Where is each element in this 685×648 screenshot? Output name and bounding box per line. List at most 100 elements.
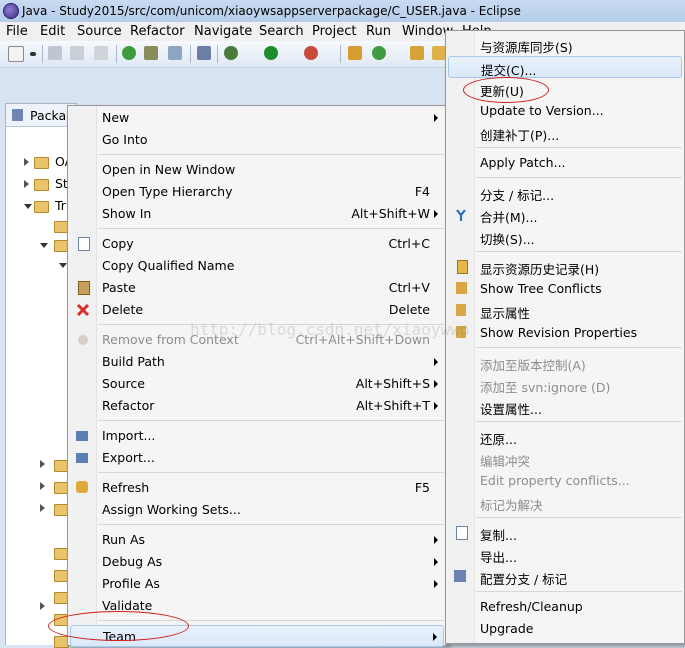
history-icon xyxy=(457,260,468,274)
menu-item-copy-qualified-name[interactable]: Copy Qualified Name xyxy=(70,255,444,277)
menu-item-label: Copy xyxy=(102,236,134,251)
team-item-item-8[interactable]: 分支 / 标记... xyxy=(448,182,682,204)
save-all-icon[interactable] xyxy=(70,46,84,60)
menu-item-build-path[interactable]: Build Path xyxy=(70,351,444,373)
expand-icon[interactable] xyxy=(40,482,45,490)
menu-item-show-in[interactable]: Show In Alt+Shift+W xyxy=(70,203,444,225)
skip-breakpoints-icon[interactable] xyxy=(197,46,211,60)
team-item-upgrade[interactable]: Upgrade xyxy=(448,618,682,640)
debug-icon[interactable] xyxy=(224,46,238,60)
menu-item-shortcut: F4 xyxy=(414,184,430,199)
menu-item-label: 编辑冲突 xyxy=(480,454,531,469)
team-item-h[interactable]: 显示资源历史记录(H) xyxy=(448,256,682,278)
team-item-edit-property-conflicts: Edit property conflicts... xyxy=(448,470,682,492)
server-icon[interactable] xyxy=(144,46,158,60)
menu-item-label: 复制... xyxy=(480,528,517,543)
menu-item-import[interactable]: Import... xyxy=(70,425,444,447)
menu-edit[interactable]: Edit xyxy=(40,24,65,39)
team-item-a: 添加至版本控制(A) xyxy=(448,352,682,374)
team-item-c[interactable]: 提交(C)... xyxy=(448,56,682,78)
team-item-show-revision-properties[interactable]: Show Revision Properties xyxy=(448,322,682,344)
tree-item-tr[interactable]: Tr xyxy=(55,198,66,213)
team-item-item-26[interactable]: 复制... xyxy=(448,522,682,544)
annotation-ellipse-update xyxy=(463,77,549,103)
menu-item-open-type-hierarchy[interactable]: Open Type Hierarchy F4 xyxy=(70,181,444,203)
menu-separator xyxy=(476,347,682,348)
menu-item-copy[interactable]: Copy Ctrl+C xyxy=(70,233,444,255)
menu-separator xyxy=(98,154,444,155)
expand-icon[interactable] xyxy=(24,158,29,166)
menu-project[interactable]: Project xyxy=(312,24,356,39)
menu-item-delete[interactable]: Delete Delete xyxy=(70,299,444,321)
menu-file[interactable]: File xyxy=(6,24,28,39)
menu-item-source[interactable]: Source Alt+Shift+S xyxy=(70,373,444,395)
new-package-icon[interactable] xyxy=(348,46,362,60)
menu-item-assign-working-sets[interactable]: Assign Working Sets... xyxy=(70,499,444,521)
menu-item-label: Edit property conflicts... xyxy=(480,473,630,488)
package-explorer-icon xyxy=(12,109,23,121)
window-title: Java - Study2015/src/com/unicom/xiaoywsa… xyxy=(22,4,521,18)
menu-refactor[interactable]: Refactor xyxy=(130,24,185,39)
expand-icon[interactable] xyxy=(40,504,45,512)
submenu-arrow-icon xyxy=(434,210,438,218)
menu-item-shortcut: F5 xyxy=(414,480,430,495)
new-icon[interactable] xyxy=(8,46,24,62)
team-item-item-21[interactable]: 还原... xyxy=(448,426,682,448)
submenu-arrow-icon xyxy=(434,402,438,410)
team-item-show-tree-conflicts[interactable]: Show Tree Conflicts xyxy=(448,278,682,300)
open-folder-icon[interactable] xyxy=(432,46,446,60)
team-item-item-19[interactable]: 设置属性... xyxy=(448,396,682,418)
menu-item-label: Open Type Hierarchy xyxy=(102,184,233,199)
new-dropdown-icon[interactable] xyxy=(30,52,36,56)
team-item-update-to-version[interactable]: Update to Version... xyxy=(448,100,682,122)
team-submenu: 与资源库同步(S) 提交(C)... 更新(U) Update to Version.… xyxy=(445,30,685,644)
menu-item-refactor[interactable]: Refactor Alt+Shift+T xyxy=(70,395,444,417)
menu-item-go-into[interactable]: Go Into xyxy=(70,129,444,151)
team-item-s[interactable]: 切换(S)... xyxy=(448,226,682,248)
menu-item-label: Paste xyxy=(102,280,136,295)
team-item-svn-ignore-d: 添加至 svn:ignore (D) xyxy=(448,374,682,396)
menu-item-paste[interactable]: Paste Ctrl+V xyxy=(70,277,444,299)
menu-run[interactable]: Run xyxy=(366,24,391,39)
menu-item-run-as[interactable]: Run As xyxy=(70,529,444,551)
print-icon[interactable] xyxy=(94,46,108,60)
expand-icon[interactable] xyxy=(40,602,45,610)
team-item-refresh-cleanup[interactable]: Refresh/Cleanup xyxy=(448,596,682,618)
external-tools-icon[interactable] xyxy=(304,46,318,60)
menu-item-profile-as[interactable]: Profile As xyxy=(70,573,444,595)
menu-item-new[interactable]: New xyxy=(70,107,444,129)
menu-item-debug-as[interactable]: Debug As xyxy=(70,551,444,573)
menu-item-export[interactable]: Export... xyxy=(70,447,444,469)
menu-item-open-in-new-window[interactable]: Open in New Window xyxy=(70,159,444,181)
menu-item-label: 与资源库同步(S) xyxy=(480,40,573,55)
team-item-m[interactable]: 合并(M)... xyxy=(448,204,682,226)
collapse-icon[interactable] xyxy=(59,263,67,268)
new-class-icon[interactable] xyxy=(372,46,386,60)
terminal-icon[interactable] xyxy=(168,46,182,60)
expand-icon[interactable] xyxy=(24,180,29,188)
menu-source[interactable]: Source xyxy=(77,24,122,39)
collapse-icon[interactable] xyxy=(40,243,48,248)
expand-icon[interactable] xyxy=(40,460,45,468)
run-icon[interactable] xyxy=(264,46,278,60)
build-icon[interactable] xyxy=(122,46,136,60)
menu-navigate[interactable]: Navigate xyxy=(194,24,252,39)
menu-item-label: Source xyxy=(102,376,145,391)
team-item-p[interactable]: 创建补丁(P)... xyxy=(448,122,682,144)
team-item-s[interactable]: 与资源库同步(S) xyxy=(448,34,682,56)
open-type-icon[interactable] xyxy=(410,46,424,60)
project-icon xyxy=(34,179,49,191)
menu-item-label: Refactor xyxy=(102,398,155,413)
copy-icon xyxy=(456,526,468,540)
menu-item-label: Assign Working Sets... xyxy=(102,502,241,517)
save-icon[interactable] xyxy=(48,46,62,60)
team-item-item-28[interactable]: 配置分支 / 标记 xyxy=(448,566,682,588)
menu-item-label: 还原... xyxy=(480,432,517,447)
team-item-item-14[interactable]: 显示属性 xyxy=(448,300,682,322)
team-item-apply-patch[interactable]: Apply Patch... xyxy=(448,152,682,174)
menu-item-refresh[interactable]: Refresh F5 xyxy=(70,477,444,499)
menu-search[interactable]: Search xyxy=(259,24,304,39)
team-item-item-27[interactable]: 导出... xyxy=(448,544,682,566)
package-explorer-tab[interactable]: Package Explorer xyxy=(6,104,138,127)
collapse-icon[interactable] xyxy=(24,204,32,209)
